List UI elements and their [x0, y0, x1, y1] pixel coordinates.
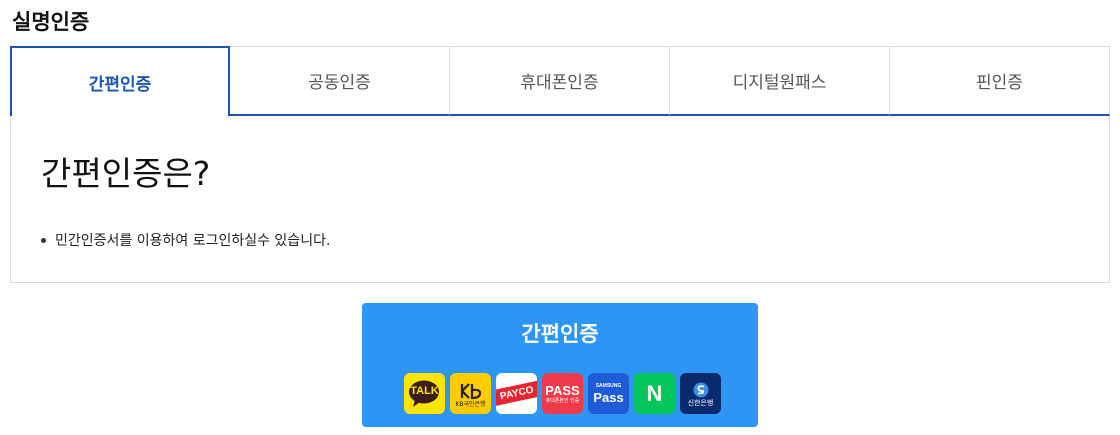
pass-icon: PASS 휴대폰본인 인증: [542, 373, 583, 414]
simple-auth-button-label: 간편인증: [521, 322, 599, 346]
info-bullet-text: 민간인증서를 이용하여 로그인하실수 있습니다.: [55, 233, 331, 249]
shinhan-bank-icon: 신한은행: [680, 373, 721, 414]
kb-bank-icon: KB국민은행: [450, 373, 491, 414]
tab-joint-certificate[interactable]: 공동인증: [230, 46, 450, 116]
page-title: 실명인증: [12, 10, 90, 34]
tab-digital-onepass[interactable]: 디지털원패스: [670, 46, 890, 116]
tab-pin-auth[interactable]: 핀인증: [890, 46, 1110, 116]
samsung-pass-label: Pass: [593, 389, 624, 405]
samsung-pass-sub-label: SAMSUNG: [595, 382, 622, 389]
kb-bank-label: KB국민은행: [455, 400, 486, 408]
bullet-dot-icon: [41, 237, 46, 243]
info-bullet: 민간인증서를 이용하여 로그인하실수 있습니다.: [41, 230, 330, 250]
auth-method-tabs: 간편인증 공동인증 휴대폰인증 디지털원패스 핀인증: [10, 46, 1110, 116]
pass-sub-label: 휴대폰본인 인증: [545, 397, 580, 404]
tab-mobile-auth[interactable]: 휴대폰인증: [450, 46, 670, 116]
kakaotalk-label: TALK: [410, 385, 439, 397]
payco-icon: PAYCO: [496, 373, 537, 414]
samsung-pass-icon: SAMSUNG Pass: [588, 373, 629, 414]
simple-auth-button[interactable]: 간편인증 TALK KB국민은행 PAYCO PASS 휴대폰본인 인증 SAM…: [362, 303, 758, 427]
tab-simple-auth[interactable]: 간편인증: [10, 46, 230, 116]
naver-icon: N: [634, 373, 675, 414]
tab-panel-simple-auth: 간편인증은? 민간인증서를 이용하여 로그인하실수 있습니다.: [10, 116, 1110, 283]
naver-label: N: [646, 380, 663, 406]
shinhan-bank-label: 신한은행: [687, 398, 714, 407]
provider-icon-row: TALK KB국민은행 PAYCO PASS 휴대폰본인 인증 SAMSUNG …: [404, 373, 721, 414]
pass-label: PASS: [545, 382, 580, 398]
kakaotalk-icon: TALK: [404, 373, 445, 414]
panel-heading: 간편인증은?: [41, 154, 211, 193]
